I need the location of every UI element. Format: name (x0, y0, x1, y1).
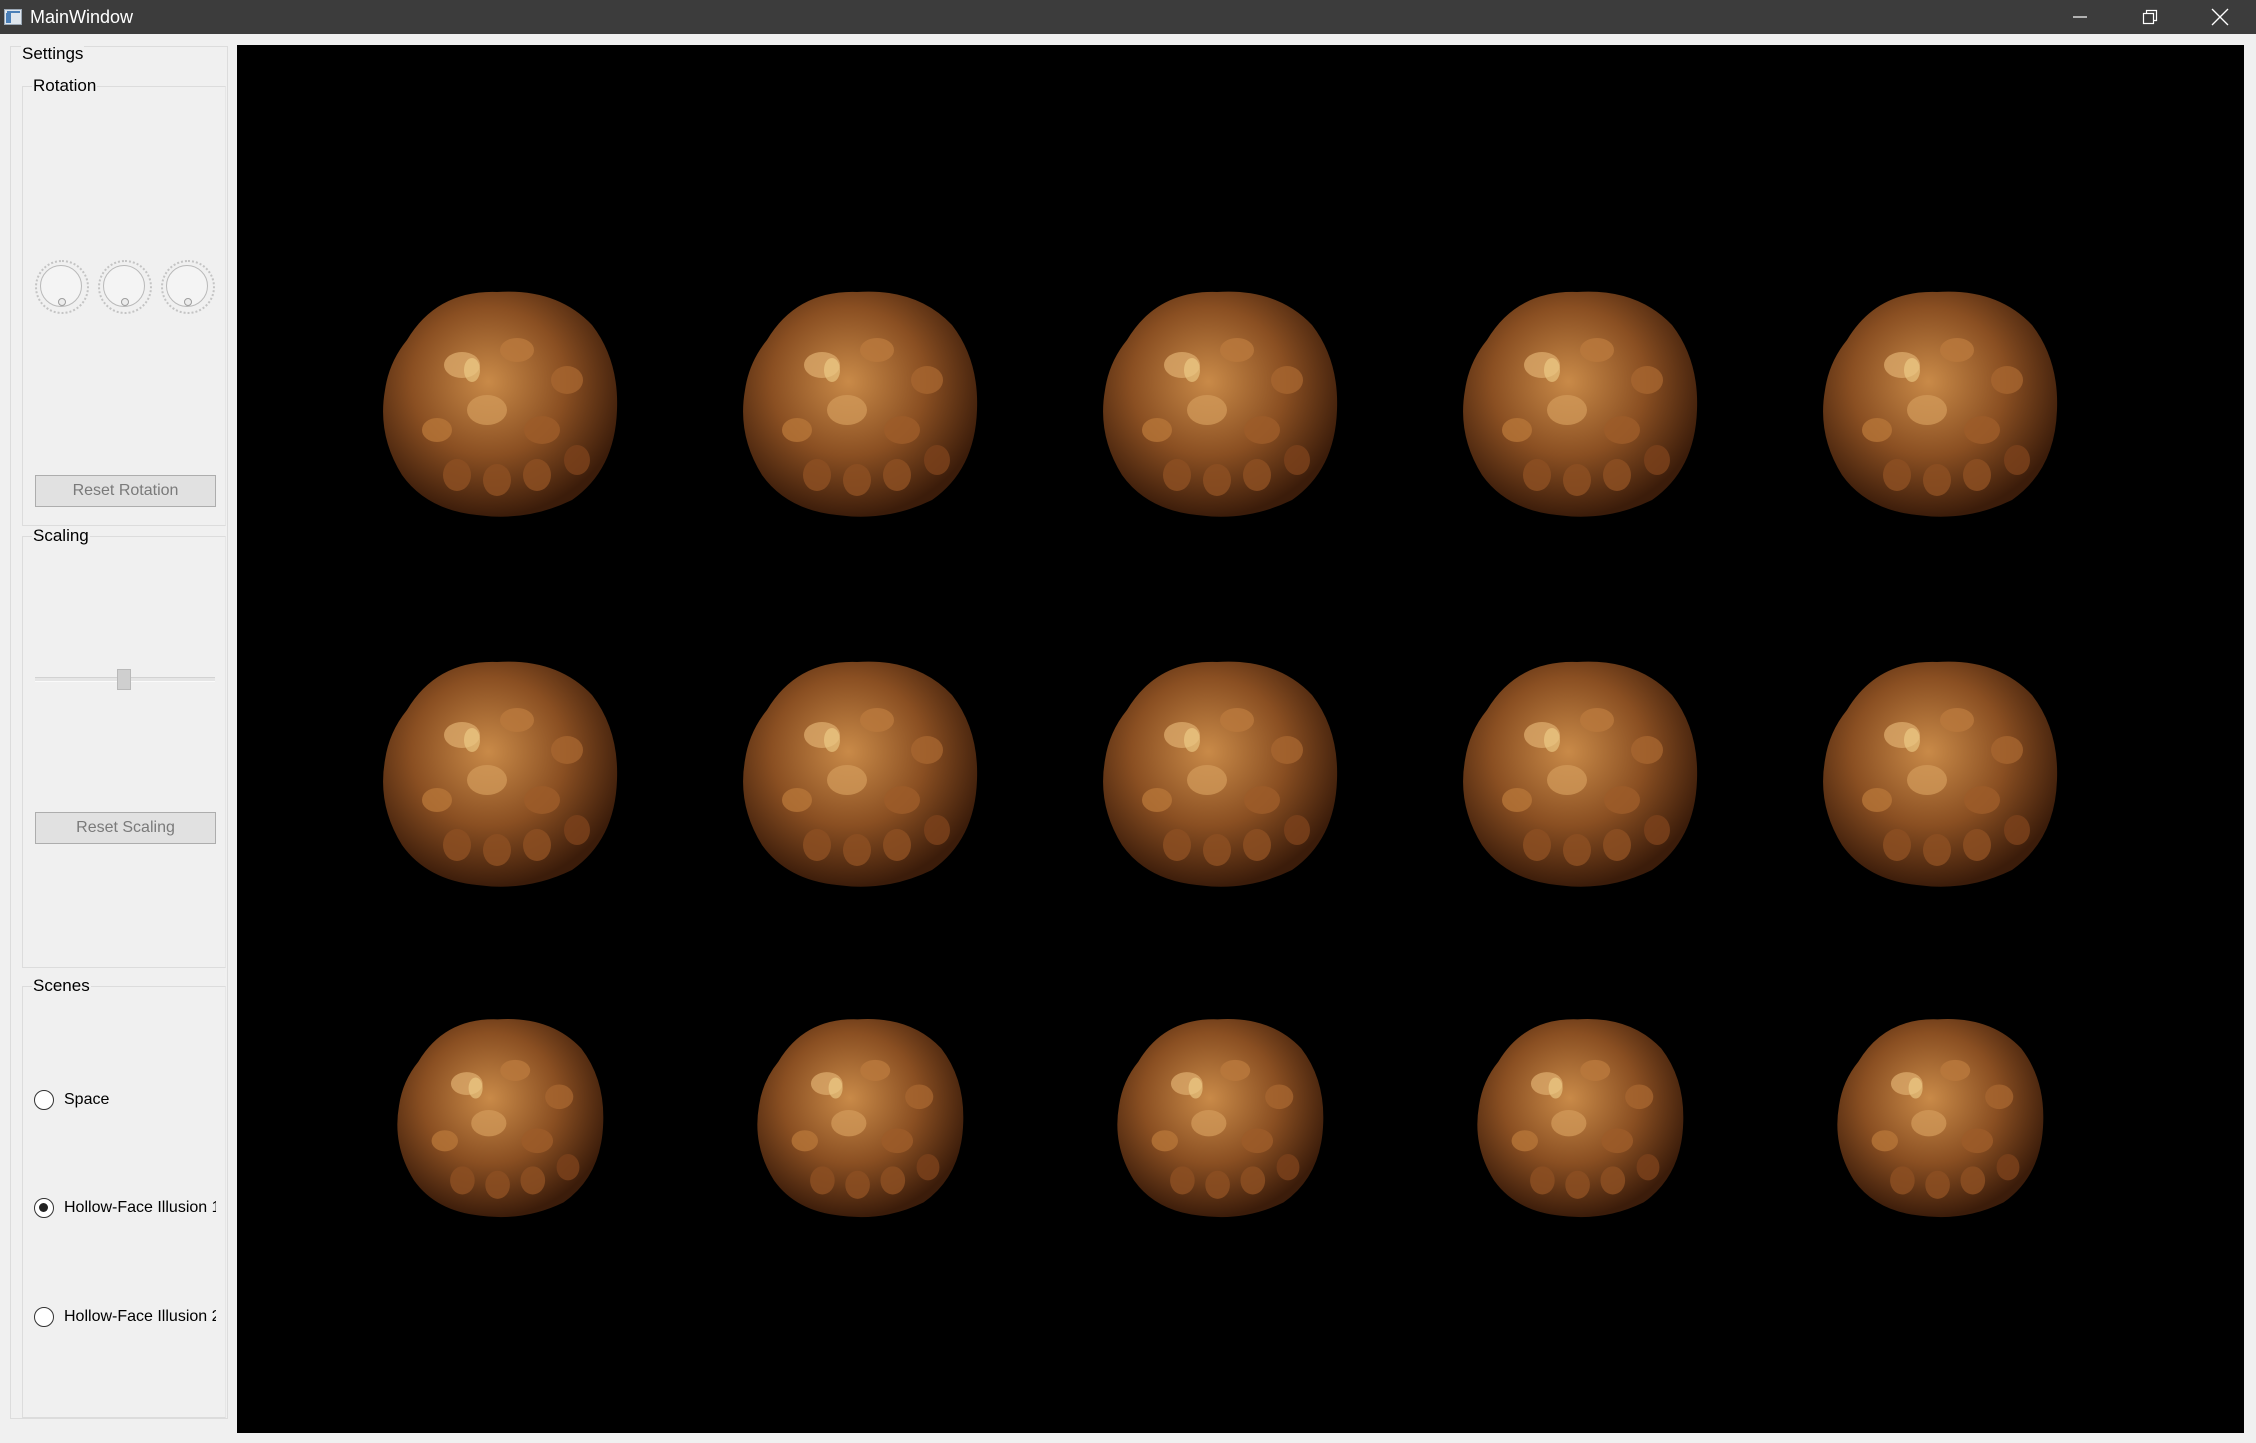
cookie-model-icon (727, 270, 997, 520)
title-bar: MainWindow (0, 0, 2256, 34)
cookie-model-icon (367, 270, 637, 520)
scaling-group (22, 536, 226, 968)
close-button[interactable] (2185, 0, 2255, 34)
restore-button[interactable] (2115, 0, 2185, 34)
radio-button[interactable] (34, 1307, 54, 1327)
scene-option-hollow-face-2[interactable]: Hollow-Face Illusion 2 (34, 1305, 216, 1329)
rotation-dial-y[interactable] (98, 260, 152, 314)
rotation-group-title: Rotation (32, 76, 98, 96)
cookie-model-icon (1807, 1000, 2077, 1250)
cookie-model-icon (1447, 640, 1717, 890)
scene-option-hollow-face-1[interactable]: Hollow-Face Illusion 1 (34, 1196, 216, 1220)
cookie-model-icon (1447, 270, 1717, 520)
scaling-group-title: Scaling (32, 526, 90, 546)
scaling-slider-handle[interactable] (117, 669, 131, 690)
cookie-model-icon (727, 640, 997, 890)
radio-button[interactable] (34, 1198, 54, 1218)
cookie-model-icon (367, 1000, 637, 1250)
settings-title: Settings (21, 44, 85, 64)
app-window-icon (4, 9, 22, 25)
reset-rotation-button[interactable]: Reset Rotation (35, 475, 216, 507)
scene-option-label: Hollow-Face Illusion 2 (64, 1308, 216, 1325)
restore-icon (2142, 9, 2158, 25)
rotation-dial-x[interactable] (35, 260, 89, 314)
dial-knob-icon (184, 298, 192, 306)
scene-option-space[interactable]: Space (34, 1088, 216, 1112)
close-icon (2211, 8, 2229, 26)
scene-option-label: Hollow-Face Illusion 1 (64, 1199, 216, 1216)
cookie-model-icon (1807, 640, 2077, 890)
render-viewport[interactable] (237, 45, 2244, 1433)
rotation-dial-z[interactable] (161, 260, 215, 314)
reset-scaling-button[interactable]: Reset Scaling (35, 812, 216, 844)
cookie-model-icon (1807, 270, 2077, 520)
radio-button[interactable] (34, 1090, 54, 1110)
dial-knob-icon (121, 298, 129, 306)
cookie-model-icon (1087, 1000, 1357, 1250)
minimize-button[interactable] (2045, 0, 2115, 34)
minimize-icon (2073, 16, 2087, 18)
scene-option-label: Space (64, 1091, 110, 1108)
scenes-group-title: Scenes (32, 976, 91, 996)
cookie-model-icon (1087, 640, 1357, 890)
dial-knob-icon (58, 298, 66, 306)
window-title: MainWindow (30, 7, 134, 27)
cookie-model-icon (1087, 270, 1357, 520)
cookie-model-icon (727, 1000, 997, 1250)
cookie-model-icon (367, 640, 637, 890)
cookie-model-icon (1447, 1000, 1717, 1250)
